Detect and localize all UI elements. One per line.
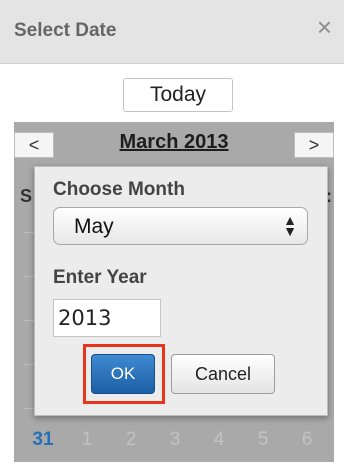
month-title[interactable]: March 2013 [14,131,334,154]
chevron-right-icon: > [308,135,320,155]
dialog-title: Select Date [14,20,117,41]
today-button[interactable]: Today [123,78,233,112]
choose-month-label: Choose Month [53,179,185,200]
select-arrows-icon: ▲ ▼ [283,212,297,239]
cancel-button[interactable]: Cancel [171,354,275,394]
day-cell[interactable]: 1 [66,422,108,458]
calendar-week-row: 31 1 2 3 4 5 6 [22,422,332,458]
day-cell[interactable]: 4 [198,422,240,458]
day-cell[interactable]: 5 [242,422,284,458]
month-navigation: < March 2013 > [14,128,334,162]
day-cell[interactable]: 6 [286,422,328,458]
day-cell[interactable]: 31 [22,422,64,458]
enter-year-label: Enter Year [53,267,147,288]
weekday-header-sunday: S [20,186,33,206]
day-cell[interactable]: 3 [154,422,196,458]
select-date-dialog: Select Date × Today < March 2013 > S : 3… [0,0,344,472]
month-select[interactable]: May ▲ ▼ [53,207,308,245]
dialog-title-bar: Select Date × [0,0,344,64]
close-icon[interactable]: × [317,14,332,40]
month-select-value: May [74,215,114,238]
year-input[interactable] [53,299,161,337]
day-cell[interactable]: 2 [110,422,152,458]
ok-button[interactable]: OK [91,354,155,394]
next-month-button[interactable]: > [294,132,334,158]
choose-month-popup: Choose Month May ▲▼ Enter Year OK Cancel [34,166,328,416]
